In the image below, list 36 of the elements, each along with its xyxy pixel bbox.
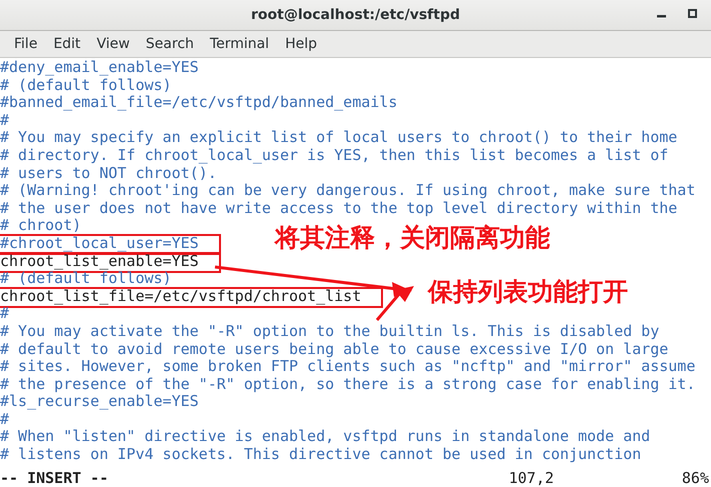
mode-indicator: -- INSERT -- (0, 469, 108, 487)
highlighted-code-line: #chroot_local_user=YES (0, 236, 219, 253)
code-line: # When "listen" directive is enabled, vsftpd runs in standalone mode and (0, 429, 650, 446)
code-line: # default to avoid remote users being able to cause excessive I/O on large (0, 342, 668, 358)
menu-item[interactable]: Terminal (202, 36, 278, 52)
code-line: # the user does not have write access to the top level directory within the (0, 200, 678, 218)
code-line: # (0, 112, 10, 130)
code-line: # sites. However, some broken FTP clients such as "ncftp" and "mirror" assume (0, 359, 696, 376)
code-line: # directory. If chroot_local_user is YES, then this list becomes a list of (0, 148, 668, 165)
menu-item[interactable]: Edit (45, 36, 89, 52)
menu-item[interactable]: View (88, 36, 138, 52)
annotation-text: 保持列表功能打开 (428, 276, 628, 308)
maximize-icon[interactable] (688, 9, 697, 18)
code-line: # users to NOT chroot(). (0, 166, 217, 183)
code-line: # listens on IPv4 sockets. This directive cannot be used in conjunction (0, 447, 642, 464)
cursor-position: 107,2 (508, 469, 554, 487)
code-line: #deny_email_enable=YES (0, 60, 199, 77)
menu-item[interactable]: Search (138, 36, 202, 52)
menu-item[interactable]: Help (277, 36, 325, 52)
code-line: # You may activate the "-R" option to the builtin ls. This is disabled by (0, 324, 660, 341)
code-line: # (Warning! chroot'ing can be very dangerous. If using chroot, make sure that (0, 183, 696, 200)
code-line: # (0, 412, 10, 429)
code-line: #banned_email_file=/etc/vsftpd/banned_emails (0, 95, 398, 112)
code-line: # (default follows) (0, 78, 172, 95)
code-line: # (0, 306, 10, 324)
annotation-text: 将其注释，关闭隔离功能 (275, 222, 550, 254)
code-line: #ls_recurse_enable=YES (0, 394, 199, 412)
code-line: # (default follows) (0, 271, 172, 288)
highlighted-code-line: chroot_list_file=/etc/vsftpd/chroot_list (0, 288, 382, 306)
scroll-percent: 86% (682, 469, 709, 487)
code-line: # the presence of the "-R" option, so there is a strong case for enabling it. (0, 376, 696, 394)
window-title: root@localhost:/etc/vsftpd (250, 7, 460, 23)
code-line: # chroot) (0, 218, 82, 236)
code-line: # You may specify an explicit list of local users to chroot() to their home (0, 130, 678, 148)
highlighted-code-line: chroot_list_enable=YES (0, 254, 219, 271)
menu-item[interactable]: File (6, 36, 46, 52)
